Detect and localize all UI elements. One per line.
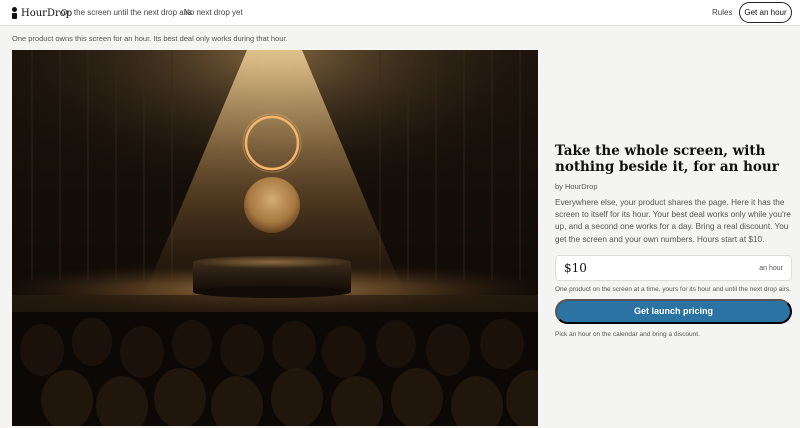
price-display: $10 an hour — [555, 254, 792, 281]
status-current-drop: On the screen until the next drop airs — [61, 8, 193, 17]
cta-note: Pick an hour on the calendar and bring a… — [555, 330, 700, 338]
hourglass-logo-icon — [11, 7, 18, 19]
get-launch-pricing-button[interactable]: Get launch pricing — [555, 298, 792, 324]
price-value: $10 — [564, 260, 587, 275]
stage-illustration — [12, 50, 538, 426]
rules-link[interactable]: Rules — [712, 8, 732, 17]
offer-description: Everywhere else, your product shares the… — [555, 198, 791, 244]
hero-image — [12, 50, 538, 426]
top-bar: HourDrop On the screen until the next dr… — [0, 0, 800, 26]
screen-notice: One product owns this screen for an hour… — [12, 34, 288, 43]
offer-panel: Take the whole screen, with nothing besi… — [555, 143, 792, 338]
price-note: One product on the screen at a time, you… — [555, 285, 791, 293]
offer-title: Take the whole screen, with nothing besi… — [555, 143, 779, 175]
status-next-drop: No next drop yet — [184, 8, 243, 17]
price-unit: an hour — [759, 264, 783, 272]
offer-byline: by HourDrop — [555, 182, 598, 191]
get-an-hour-button[interactable]: Get an hour — [739, 2, 792, 23]
